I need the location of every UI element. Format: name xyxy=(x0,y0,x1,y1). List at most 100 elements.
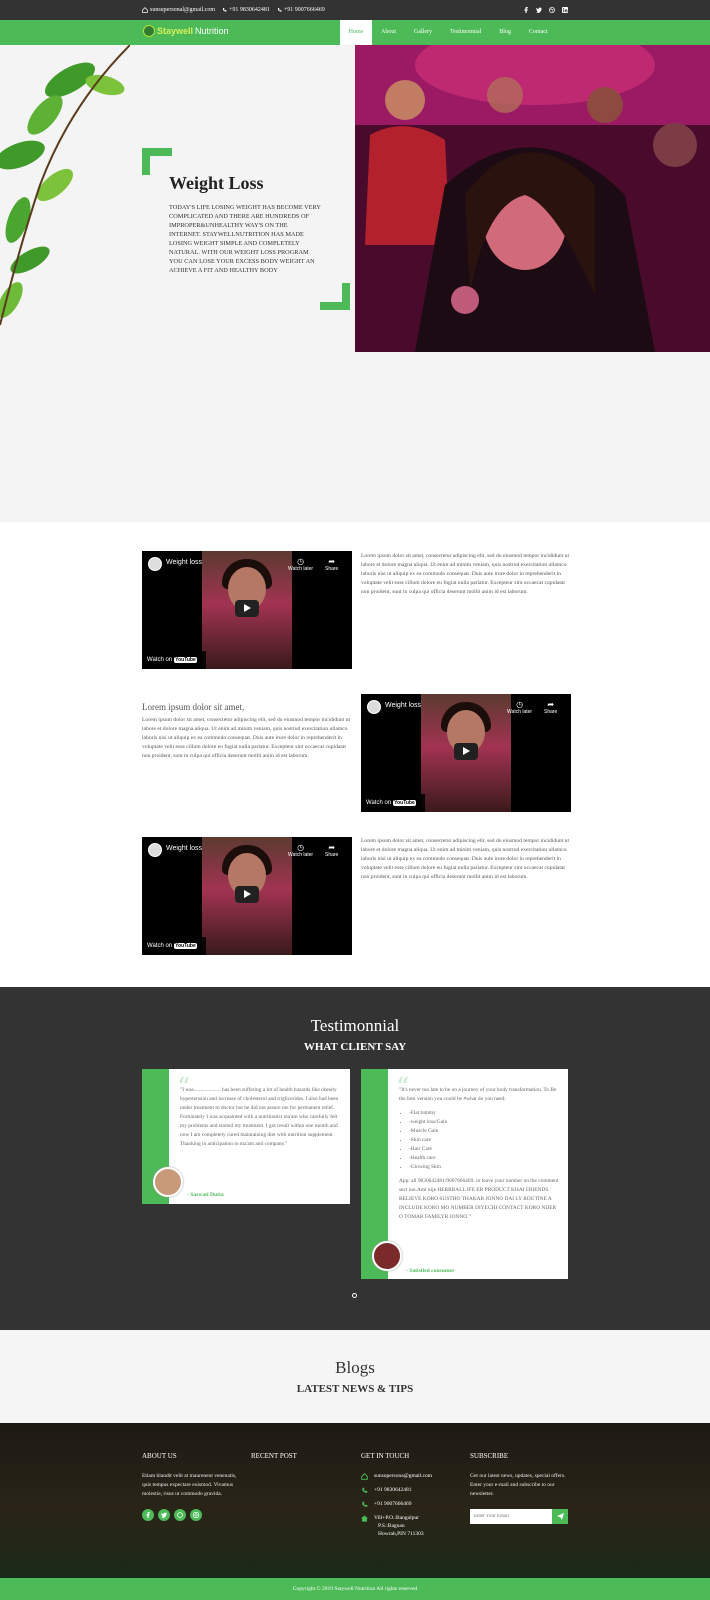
footer-about: ABOUT US Etiam blandit velit at maurenen… xyxy=(142,1452,237,1521)
brand-logo[interactable]: Staywell Nutrition xyxy=(143,25,229,37)
footer-phone-1[interactable]: +91 9830642481 xyxy=(361,1486,456,1494)
footer-email[interactable]: sunsupersona@gmail.com xyxy=(361,1472,456,1480)
watch-later-button[interactable]: ◷ Watch later xyxy=(288,557,313,572)
home-icon xyxy=(361,1515,368,1522)
home-icon xyxy=(142,7,148,13)
client-name: - Saswati Dutta xyxy=(187,1192,224,1198)
watch-on-youtube-button[interactable]: Watch on YouTube xyxy=(142,937,206,955)
topbar-email[interactable]: sunsupersonal@gmail.com xyxy=(142,7,215,13)
facebook-icon[interactable] xyxy=(523,7,529,13)
watch-on-label: Watch on xyxy=(366,800,392,806)
watch-later-button[interactable]: ◷ Watch later xyxy=(288,843,313,858)
dribbble-icon[interactable] xyxy=(549,7,555,13)
section-heading: Lorem ipsum dolor sit amet, xyxy=(142,702,245,712)
nav-item-home[interactable]: Home xyxy=(340,20,372,45)
testimonial-outro: App: all 9830642481/9007666469. or leave… xyxy=(399,1178,559,1220)
leaf-logo-icon xyxy=(143,25,155,37)
brand-name-part1: Staywell xyxy=(157,26,194,36)
watch-later-button[interactable]: ◷ Watch later xyxy=(507,700,532,715)
testimonials-section: Testimonnial WHAT CLIENT SAY xyxy=(0,987,710,1330)
youtube-logo: YouTube xyxy=(174,943,197,949)
facebook-icon[interactable] xyxy=(142,1509,154,1521)
footer-about-heading: ABOUT US xyxy=(142,1452,177,1460)
footer-recent-posts: RECENT POST xyxy=(251,1452,346,1472)
instagram-icon[interactable] xyxy=(190,1509,202,1521)
topbar-phone-1-text: +91 9830642481 xyxy=(229,7,270,13)
share-label: Share xyxy=(544,709,558,715)
testimonial-card-1: “ "I was.................... has been su… xyxy=(142,1069,350,1204)
newsletter-submit-button[interactable] xyxy=(552,1509,568,1524)
phone-icon xyxy=(362,1487,368,1493)
share-icon: ➦ xyxy=(328,843,336,852)
footer-about-text: Etiam blandit velit at maurenent venenat… xyxy=(142,1473,237,1497)
channel-avatar[interactable] xyxy=(367,700,381,714)
share-button[interactable]: ➦ Share xyxy=(544,700,557,715)
share-button[interactable]: ➦ Share xyxy=(325,557,338,572)
footer-phone-2[interactable]: +91 9007666469 xyxy=(361,1500,456,1508)
watch-later-label: Watch later xyxy=(288,566,314,572)
benefit-item: -Health care xyxy=(409,1154,559,1163)
benefit-item: -weight loss/Gain xyxy=(409,1118,559,1127)
topbar-email-text: sunsupersonal@gmail.com xyxy=(150,7,216,13)
send-icon xyxy=(556,1513,564,1520)
play-button[interactable] xyxy=(235,886,259,903)
footer-address: Vill+P.O.:Bangalpur P.S.:Bagnan Howrah,P… xyxy=(361,1514,456,1538)
carousel-dot[interactable] xyxy=(352,1293,357,1298)
nav-item-testimonial[interactable]: Testimonnial xyxy=(441,20,490,45)
footer-contact-heading: GET IN TOUCH xyxy=(361,1452,410,1460)
video-title[interactable]: Weight loss xyxy=(385,702,421,709)
video-title[interactable]: Weight loss xyxy=(166,559,202,566)
nav-item-gallery[interactable]: Gallery xyxy=(405,20,441,45)
video-title[interactable]: Weight loss xyxy=(166,845,202,852)
watch-on-youtube-button[interactable]: Watch on YouTube xyxy=(142,651,206,669)
blogs-section: Blogs LATEST NEWS & TIPS xyxy=(0,1330,710,1423)
testimonials-subtitle: WHAT CLIENT SAY xyxy=(303,1041,407,1053)
nav-item-contact[interactable]: Contact xyxy=(520,20,557,45)
footer-subscribe: SUBSCRIBE Get our latest news, updates, … xyxy=(470,1452,570,1524)
testimonial-text: "It's never too late to be on a journey … xyxy=(399,1086,559,1222)
benefit-item: -Skin care xyxy=(409,1136,559,1145)
footer: ABOUT US Etiam blandit velit at maurenen… xyxy=(0,1423,710,1578)
share-button[interactable]: ➦ Share xyxy=(325,843,338,858)
channel-avatar[interactable] xyxy=(148,843,162,857)
twitter-icon[interactable] xyxy=(158,1509,170,1521)
share-label: Share xyxy=(325,566,339,572)
newsletter-email-input[interactable] xyxy=(470,1509,552,1524)
play-button[interactable] xyxy=(454,743,478,760)
leaves-decoration xyxy=(0,45,130,326)
play-button[interactable] xyxy=(235,600,259,617)
copyright-bar: Copyright © 2019 Staywell Nutrition All … xyxy=(0,1578,710,1600)
linkedin-icon[interactable] xyxy=(562,7,568,13)
youtube-logo: YouTube xyxy=(393,800,416,806)
video-description-3: Lorem ipsum dolor sit amet, consectetur … xyxy=(361,838,570,880)
benefit-item: -Muscle Gain xyxy=(409,1127,559,1136)
nav-item-about[interactable]: About xyxy=(372,20,405,45)
watch-later-label: Watch later xyxy=(288,852,314,858)
topbar-phone-2[interactable]: +91 9007666469 xyxy=(277,7,325,13)
benefit-list: -Flat tummy -weight loss/Gain -Muscle Ga… xyxy=(399,1109,559,1172)
channel-avatar[interactable] xyxy=(148,557,162,571)
nav-menu: Home About Gallery Testimonnial Blog Con… xyxy=(340,20,557,45)
video-player-3[interactable]: Weight loss ◷ Watch later ➦ Share Watch on… xyxy=(142,837,352,955)
video-description-2: Lorem ipsum dolor sit amet, consectetur … xyxy=(142,717,351,759)
top-bar: sunsupersonal@gmail.com +91 9830642481 +… xyxy=(0,0,710,20)
nav-item-blog[interactable]: Blog xyxy=(490,20,520,45)
watch-on-youtube-button[interactable]: Watch on YouTube xyxy=(361,794,425,812)
dribbble-icon[interactable] xyxy=(174,1509,186,1521)
footer-subscribe-heading: SUBSCRIBE xyxy=(470,1452,509,1460)
footer-phone-1-text: +91 9830642481 xyxy=(374,1487,412,1493)
share-icon: ➦ xyxy=(547,700,555,709)
benefit-item: -Glowing Skin xyxy=(409,1163,559,1172)
clock-icon: ◷ xyxy=(297,557,305,566)
youtube-logo: YouTube xyxy=(174,657,197,663)
clock-icon: ◷ xyxy=(516,700,524,709)
video-player-1[interactable]: Weight loss ◷ Watch later ➦ Share Watch on… xyxy=(142,551,352,669)
newsletter-form xyxy=(470,1509,570,1524)
testimonial-text: "I was.................... has been suff… xyxy=(180,1087,339,1147)
blogs-subtitle: LATEST NEWS & TIPS xyxy=(296,1383,414,1395)
video-player-2[interactable]: Weight loss ◷ Watch later ➦ Share Watch on… xyxy=(361,694,571,812)
twitter-icon[interactable] xyxy=(536,7,542,13)
benefit-item: -Flat tummy xyxy=(409,1109,559,1118)
footer-address-lines: Vill+P.O.:Bangalpur P.S.:Bagnan Howrah,P… xyxy=(374,1514,424,1538)
topbar-phone-1[interactable]: +91 9830642481 xyxy=(222,7,270,13)
